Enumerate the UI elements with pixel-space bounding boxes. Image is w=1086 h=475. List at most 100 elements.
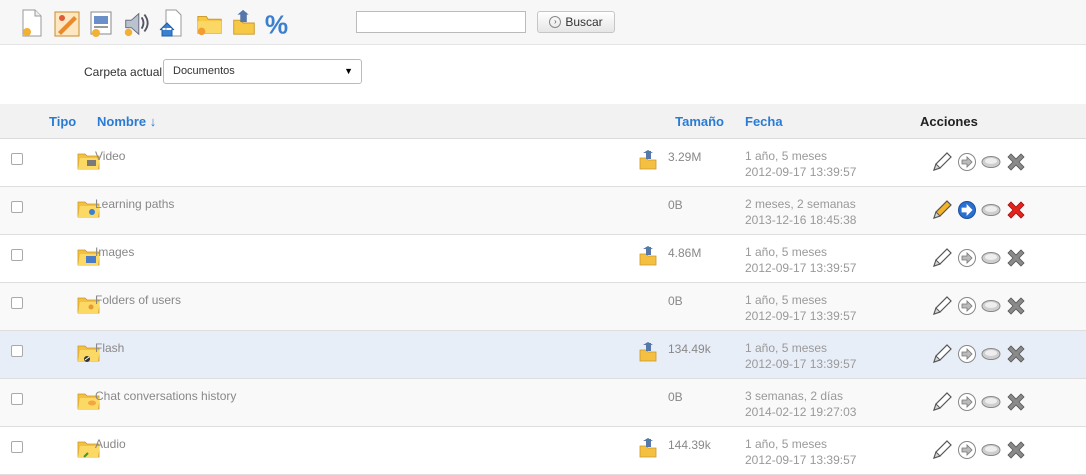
row-checkbox[interactable] <box>11 297 23 309</box>
edit-pencil-icon[interactable] <box>931 247 953 272</box>
move-arrow-icon[interactable] <box>957 392 977 415</box>
table-row: Chat conversations history 0B 3 semanas, 2… <box>0 378 1086 427</box>
row-actions <box>931 343 1086 368</box>
visibility-eye-icon[interactable] <box>981 347 1001 364</box>
row-checkbox[interactable] <box>11 201 23 213</box>
current-folder-value: Documentos <box>173 65 235 77</box>
table-row: Audio 144.39k 1 año, 5 meses 2012-09-17 13:… <box>0 426 1086 475</box>
toolbar: % › Buscar <box>0 0 1086 45</box>
file-size: 134.49k <box>668 342 711 356</box>
row-checkbox[interactable] <box>11 249 23 261</box>
visibility-eye-icon[interactable] <box>981 395 1001 412</box>
table-row: Learning paths 0B 2 meses, 2 semanas 2013-1… <box>0 186 1086 235</box>
date-relative: 1 año, 5 meses <box>745 293 828 307</box>
move-arrow-icon[interactable] <box>957 440 977 463</box>
header-name[interactable]: Nombre ↓ <box>95 104 635 139</box>
template-icon[interactable] <box>88 8 116 38</box>
edit-pencil-icon[interactable] <box>931 199 953 224</box>
upload-icon[interactable] <box>230 8 258 38</box>
move-arrow-icon[interactable] <box>957 296 977 319</box>
table-header-row: Tipo Nombre ↓ Tamaño Fecha Acciones <box>0 104 1086 139</box>
move-arrow-icon[interactable] <box>957 344 977 367</box>
file-size: 0B <box>668 294 683 308</box>
file-name-link[interactable]: Flash <box>95 341 635 355</box>
row-checkbox[interactable] <box>11 153 23 165</box>
edit-pencil-icon[interactable] <box>931 151 953 176</box>
table-row: Images 4.86M 1 año, 5 meses 2012-09-17 13:3… <box>0 234 1086 283</box>
row-actions <box>931 391 1086 416</box>
download-folder-icon[interactable] <box>638 438 658 461</box>
folder-video-icon <box>77 151 100 174</box>
edit-pencil-icon[interactable] <box>931 439 953 464</box>
header-date[interactable]: Fecha <box>740 104 916 139</box>
search-button-label: Buscar <box>565 15 603 29</box>
visibility-eye-icon[interactable] <box>981 155 1001 172</box>
audio-recorder-icon[interactable] <box>122 8 150 38</box>
folder-chat-icon <box>77 391 100 414</box>
create-drawing-icon[interactable] <box>53 8 81 38</box>
current-folder-label: Carpeta actual <box>84 65 163 79</box>
move-arrow-icon[interactable] <box>957 248 977 271</box>
quota-percent-icon[interactable]: % <box>264 8 292 38</box>
move-arrow-icon[interactable] <box>957 200 977 223</box>
edit-pencil-icon[interactable] <box>931 343 953 368</box>
date-relative: 2 meses, 2 semanas <box>745 197 856 211</box>
file-name-link[interactable]: Audio <box>95 437 635 451</box>
search-input[interactable] <box>356 11 526 33</box>
folder-shared-icon <box>77 199 100 222</box>
date-absolute: 2012-09-17 13:39:57 <box>745 309 857 323</box>
row-actions <box>931 295 1086 320</box>
download-folder-icon[interactable] <box>638 150 658 173</box>
edit-pencil-icon[interactable] <box>931 295 953 320</box>
current-folder-select[interactable]: Documentos ▼ <box>163 59 362 84</box>
delete-icon[interactable] <box>1005 439 1027 464</box>
move-arrow-icon[interactable] <box>957 152 977 175</box>
visibility-eye-icon[interactable] <box>981 299 1001 316</box>
row-checkbox[interactable] <box>11 393 23 405</box>
date-relative: 1 año, 5 meses <box>745 437 828 451</box>
new-document-icon[interactable] <box>18 8 46 38</box>
date-relative: 1 año, 5 meses <box>745 341 828 355</box>
header-type[interactable]: Tipo <box>35 104 95 139</box>
row-checkbox[interactable] <box>11 441 23 453</box>
date-relative: 1 año, 5 meses <box>745 149 828 163</box>
file-name-link[interactable]: Folders of users <box>95 293 635 307</box>
chevron-right-icon: › <box>549 16 562 28</box>
folder-flash-icon <box>77 343 100 366</box>
visibility-eye-icon[interactable] <box>981 251 1001 268</box>
file-size: 3.29M <box>668 150 702 164</box>
file-size: 0B <box>668 198 683 212</box>
documents-table: Tipo Nombre ↓ Tamaño Fecha Acciones Vide… <box>0 104 1086 475</box>
file-size: 0B <box>668 390 683 404</box>
row-checkbox[interactable] <box>11 345 23 357</box>
delete-icon[interactable] <box>1005 199 1027 224</box>
date-absolute: 2012-09-17 13:39:57 <box>745 357 857 371</box>
file-name-link[interactable]: Video <box>95 149 635 163</box>
date-relative: 3 semanas, 2 días <box>745 389 844 403</box>
file-size: 144.39k <box>668 438 711 452</box>
download-folder-icon[interactable] <box>638 342 658 365</box>
file-size: 4.86M <box>668 246 702 260</box>
file-name-link[interactable]: Learning paths <box>95 197 635 211</box>
delete-icon[interactable] <box>1005 343 1027 368</box>
visibility-eye-icon[interactable] <box>981 203 1001 220</box>
edit-pencil-icon[interactable] <box>931 391 953 416</box>
date-absolute: 2013-12-16 18:45:38 <box>745 213 857 227</box>
date-absolute: 2012-09-17 13:39:57 <box>745 165 857 179</box>
table-row: Flash 134.49k 1 año, 5 meses 2012-09-17 13:… <box>0 330 1086 379</box>
file-name-link[interactable]: Images <box>95 245 635 259</box>
delete-icon[interactable] <box>1005 295 1027 320</box>
date-absolute: 2012-09-17 13:39:57 <box>745 261 857 275</box>
search-button[interactable]: › Buscar <box>537 11 615 33</box>
table-row: Video 3.29M 1 año, 5 meses 2012-09-17 13:39… <box>0 138 1086 187</box>
file-name-link[interactable]: Chat conversations history <box>95 389 635 403</box>
visibility-eye-icon[interactable] <box>981 443 1001 460</box>
header-size[interactable]: Tamaño <box>635 104 740 139</box>
document-home-icon[interactable] <box>157 8 185 38</box>
download-folder-icon[interactable] <box>638 246 658 269</box>
header-checkbox <box>0 104 35 139</box>
new-folder-icon[interactable] <box>196 8 224 38</box>
delete-icon[interactable] <box>1005 247 1027 272</box>
delete-icon[interactable] <box>1005 151 1027 176</box>
delete-icon[interactable] <box>1005 391 1027 416</box>
